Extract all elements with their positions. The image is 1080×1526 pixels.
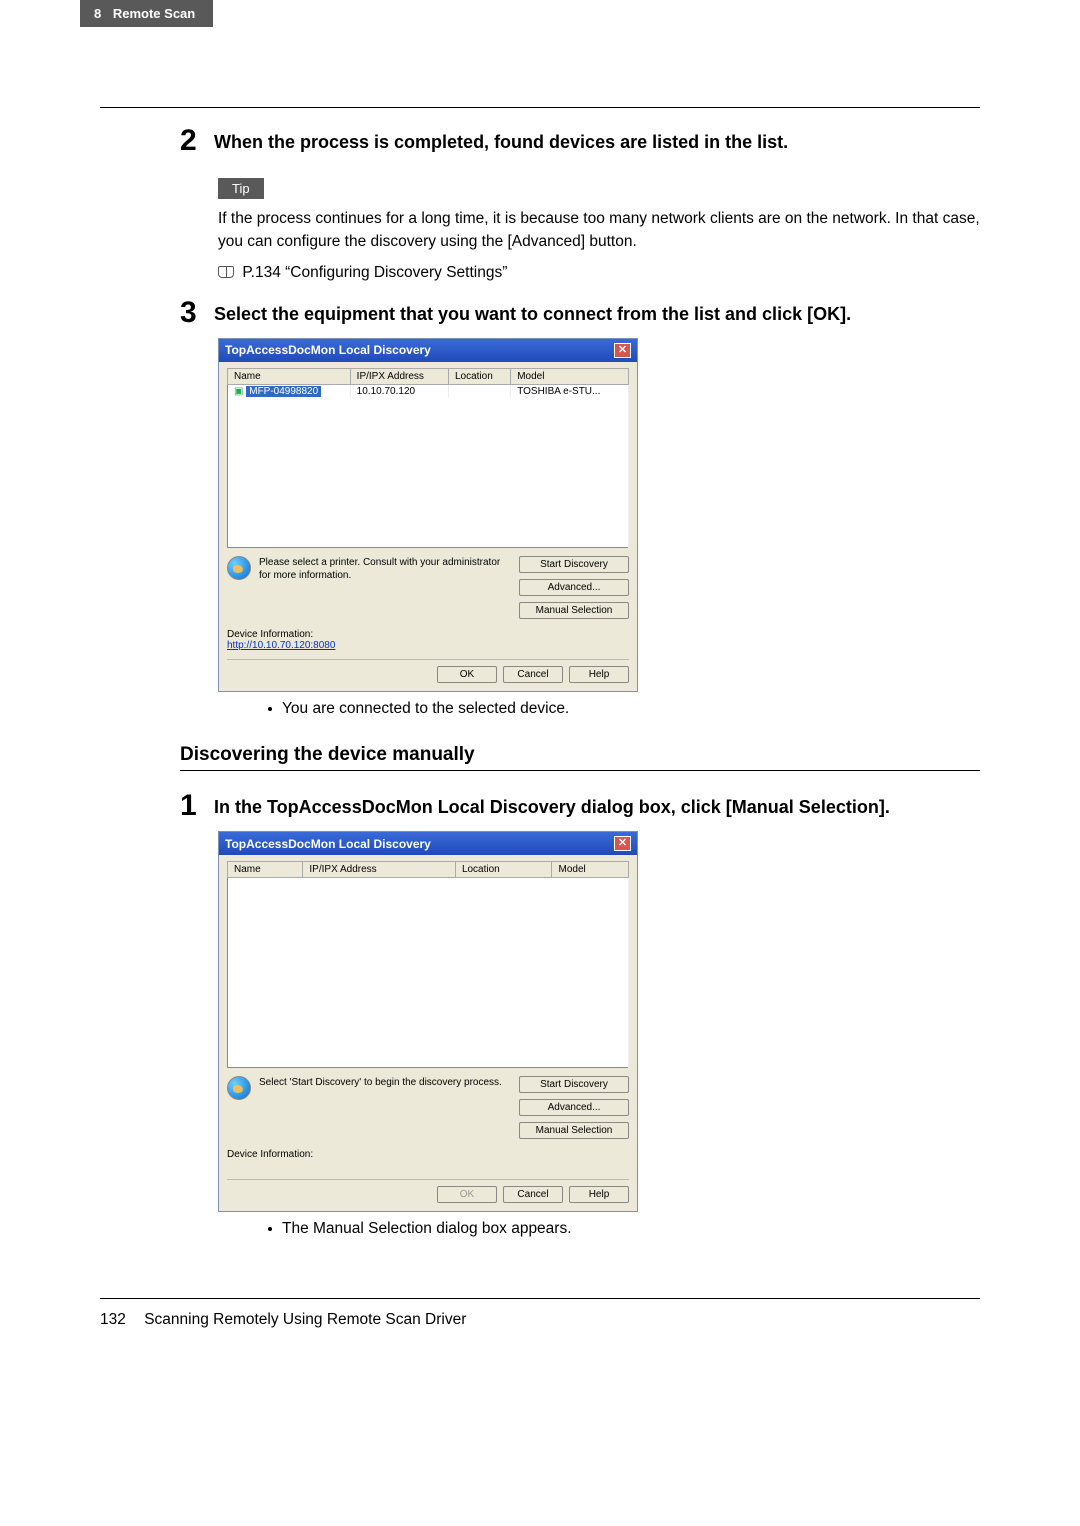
manual-selection-button[interactable]: Manual Selection	[519, 1122, 629, 1139]
col-name[interactable]: Name	[228, 368, 351, 384]
tip-badge: Tip	[218, 178, 264, 199]
dialog-titlebar: TopAccessDocMon Local Discovery ✕	[219, 339, 637, 362]
step-title: Select the equipment that you want to co…	[214, 298, 851, 326]
bottom-divider	[100, 1298, 980, 1299]
book-icon	[218, 266, 234, 278]
step-3: 3 Select the equipment that you want to …	[180, 298, 980, 328]
device-ip: 10.10.70.120	[350, 384, 448, 398]
help-button[interactable]: Help	[569, 666, 629, 683]
device-table: Name IP/IPX Address Location Model	[227, 861, 629, 1068]
chapter-header: 8 Remote Scan	[80, 0, 213, 27]
device-table: Name IP/IPX Address Location Model ▣ MFP…	[227, 368, 629, 549]
globe-icon	[227, 1076, 251, 1100]
step-1-manual: 1 In the TopAccessDocMon Local Discovery…	[180, 791, 980, 821]
page-reference: P.134 “Configuring Discovery Settings”	[218, 264, 980, 282]
step-title: In the TopAccessDocMon Local Discovery d…	[214, 791, 890, 819]
globe-icon	[227, 556, 251, 580]
device-info-link[interactable]: http://10.10.70.120:8080	[227, 640, 335, 651]
start-discovery-button[interactable]: Start Discovery	[519, 1076, 629, 1093]
cancel-button[interactable]: Cancel	[503, 666, 563, 683]
step-2: 2 When the process is completed, found d…	[180, 126, 980, 156]
page-number: 132	[100, 1311, 126, 1328]
advanced-button[interactable]: Advanced...	[519, 579, 629, 596]
subsection-divider	[180, 770, 980, 771]
top-divider	[100, 107, 980, 108]
bullet-icon	[268, 707, 272, 711]
device-info-label: Device Information:	[227, 629, 313, 640]
dialog-message: Select 'Start Discovery' to begin the di…	[259, 1076, 511, 1089]
device-info: Device Information:	[227, 1149, 629, 1171]
footer-section-title: Scanning Remotely Using Remote Scan Driv…	[144, 1311, 466, 1328]
col-location[interactable]: Location	[448, 368, 510, 384]
step-note: You are connected to the selected device…	[218, 700, 980, 718]
ok-button[interactable]: OK	[437, 666, 497, 683]
bullet-icon	[268, 1227, 272, 1231]
step-note: The Manual Selection dialog box appears.	[218, 1220, 980, 1238]
device-icon: ▣	[234, 386, 243, 397]
step-number: 2	[180, 126, 214, 156]
dialog-titlebar: TopAccessDocMon Local Discovery ✕	[219, 832, 637, 855]
dialog-title: TopAccessDocMon Local Discovery	[225, 343, 431, 357]
chapter-number: 8	[94, 6, 101, 21]
device-info: Device Information: http://10.10.70.120:…	[227, 629, 629, 651]
cancel-button[interactable]: Cancel	[503, 1186, 563, 1203]
col-model[interactable]: Model	[552, 862, 629, 878]
discovery-dialog-empty: TopAccessDocMon Local Discovery ✕ Name I…	[218, 831, 638, 1212]
col-model[interactable]: Model	[511, 368, 629, 384]
manual-selection-button[interactable]: Manual Selection	[519, 602, 629, 619]
device-row[interactable]: ▣ MFP-04998820 10.10.70.120 TOSHIBA e-ST…	[228, 384, 629, 398]
col-ip[interactable]: IP/IPX Address	[350, 368, 448, 384]
step-title: When the process is completed, found dev…	[214, 126, 788, 154]
help-button[interactable]: Help	[569, 1186, 629, 1203]
close-icon[interactable]: ✕	[614, 343, 631, 358]
tip-text: If the process continues for a long time…	[218, 207, 980, 254]
dialog-title: TopAccessDocMon Local Discovery	[225, 837, 431, 851]
ok-button: OK	[437, 1186, 497, 1203]
device-name: MFP-04998820	[246, 386, 321, 397]
advanced-button[interactable]: Advanced...	[519, 1099, 629, 1116]
step-number: 1	[180, 791, 214, 821]
step-number: 3	[180, 298, 214, 328]
chapter-title: Remote Scan	[113, 6, 195, 21]
close-icon[interactable]: ✕	[614, 836, 631, 851]
col-name[interactable]: Name	[228, 862, 303, 878]
device-location	[448, 384, 510, 398]
subsection-heading: Discovering the device manually	[180, 744, 980, 766]
reference-text: P.134 “Configuring Discovery Settings”	[242, 264, 507, 281]
dialog-message: Please select a printer. Consult with yo…	[259, 556, 511, 582]
col-location[interactable]: Location	[455, 862, 552, 878]
page-footer: 132 Scanning Remotely Using Remote Scan …	[100, 1311, 980, 1359]
start-discovery-button[interactable]: Start Discovery	[519, 556, 629, 573]
device-model: TOSHIBA e-STU...	[511, 384, 629, 398]
discovery-dialog-populated: TopAccessDocMon Local Discovery ✕ Name I…	[218, 338, 638, 693]
col-ip[interactable]: IP/IPX Address	[303, 862, 456, 878]
device-info-label: Device Information:	[227, 1149, 313, 1160]
